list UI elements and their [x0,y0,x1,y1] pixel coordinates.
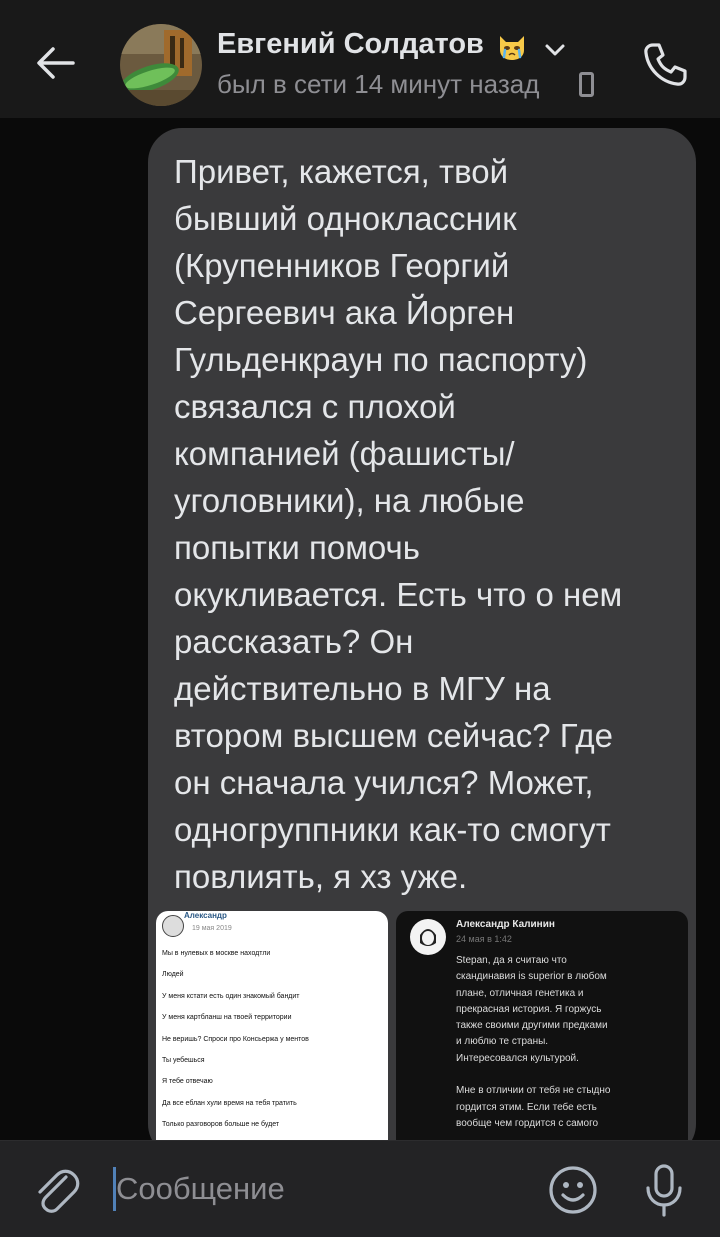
screenshot-line: У меня картбланш на твоей территории [162,1014,292,1022]
screenshot-date: 24 мая в 1:42 [456,934,512,944]
paperclip-icon [38,1169,80,1213]
attached-screenshot-left[interactable]: Александр 19 мая 2019 Мы в нулевых в мос… [156,911,388,1158]
screenshot-line: Людей [162,971,184,979]
chat-header: Евгений Солдатов был в сети 14 минут наз… [0,0,720,118]
message-bubble[interactable]: Привет, кажется, твой бывший одноклассни… [148,128,696,1158]
contact-status: был в сети 14 минут назад [217,69,540,99]
contact-avatar[interactable] [120,24,202,106]
crying-cat-emoji-icon [500,36,524,60]
screenshot-line: У меня кстати есть один знакомый бандит [162,992,300,1000]
chat-screen: Евгений Солдатов был в сети 14 минут наз… [0,0,720,1237]
screenshot-avatar [162,915,184,937]
contact-name[interactable]: Евгений Солдатов [217,28,484,61]
screenshot-line: Не веришь? Спроси про Консьержа у ментов [162,1035,309,1043]
screenshot-line: Только разговоров больше не будет [162,1121,280,1129]
back-arrow-icon [37,47,75,79]
screenshot-lines: Мы в нулевых в москве находтли Людей У м… [162,943,384,1136]
screenshot-line: Да все еблан хули время на тебя тратить [162,1099,297,1107]
call-button[interactable] [636,36,694,94]
voice-message-button[interactable] [636,1161,692,1219]
screenshot-author: Александр [184,911,227,920]
phone-call-icon [644,43,687,86]
microphone-icon [646,1164,682,1217]
back-button[interactable] [30,38,80,88]
message-input[interactable] [112,1161,536,1217]
message-text: Привет, кажется, твой бывший одноклассни… [174,153,623,895]
smile-icon [549,1166,597,1214]
screenshot-date: 19 мая 2019 [192,925,232,932]
screenshot-line: Мы в нулевых в москве находтли [162,950,271,957]
attached-screenshot-right[interactable]: Александр Калинин 24 мая в 1:42 Stepan, … [396,911,688,1158]
screenshot-avatar [410,919,446,955]
emoji-button[interactable] [546,1163,600,1217]
screenshot-text: Stepan, да я считаю что скандинавия is s… [456,955,611,1129]
screenshot-line: Я тебе отвечаю [162,1078,213,1086]
chevron-down-icon[interactable] [544,42,566,58]
screenshot-author: Александр Калинин [456,919,555,930]
attach-button[interactable] [30,1163,84,1217]
mobile-phone-icon [579,72,594,97]
message-composer [0,1140,720,1237]
screenshot-line: Ты уебешься [162,1057,205,1065]
